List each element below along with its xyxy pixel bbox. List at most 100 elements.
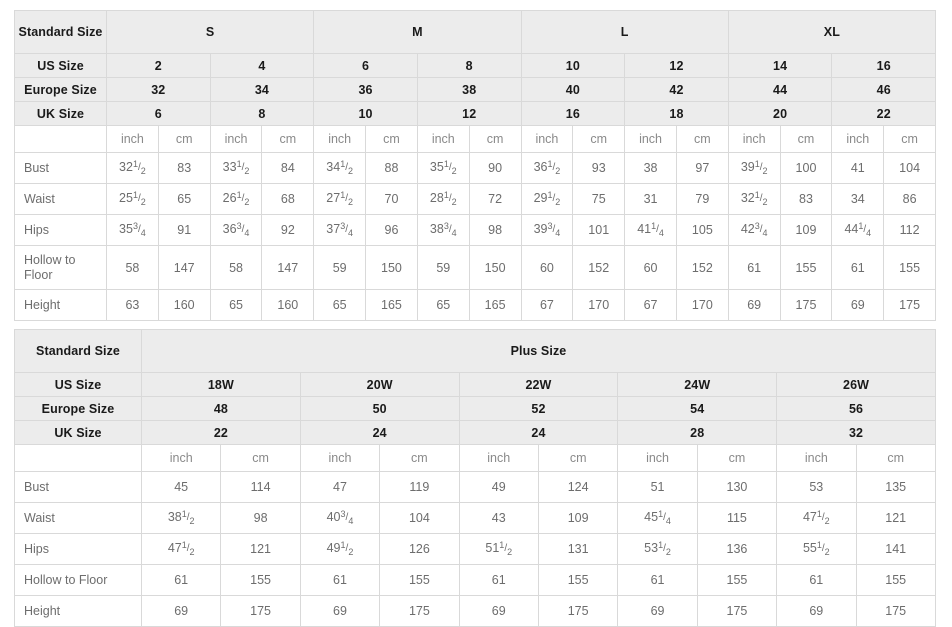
measurement-value-cm: 112 [883,214,937,246]
measurement-label: Height [14,289,107,321]
measurement-value-inch: 60 [624,245,677,290]
measurement-row: Waist 251/2 65 261/2 68 271/2 70 281/2 72 291/2 75… [14,183,937,215]
table-separator [14,321,935,329]
size-chart-page: Standard Size S M L XL US Size 2 4 6 8 10 12 14 16 Eur… [0,0,952,627]
unit-inch: inch [416,125,470,153]
measurement-value-inch: 69 [831,289,885,321]
measurement-value-cm: 83 [779,183,833,215]
measurement-row: Height 69 175 69 175 69 175 69 175 69 175 [14,595,936,627]
uk-size-value: 18 [624,101,729,126]
us-size-value: 4 [209,53,315,78]
unit-inch: inch [624,125,677,153]
measurement-value-inch: 61 [299,564,381,596]
measurement-value-cm: 86 [883,183,937,215]
measurement-value-inch: 58 [209,245,263,290]
measurement-row: Waist 381/2 98 403/4 104 43 109 451/4 115 471/2 12… [14,502,936,534]
measurement-value-cm: 98 [220,502,301,534]
measurement-value-inch: 361/2 [520,152,574,184]
measurement-label: Hips [14,214,107,246]
measurement-value-inch: 441/4 [831,214,885,246]
unit-inch: inch [106,125,159,153]
measurement-label: Bust [14,152,107,184]
unit-cm: cm [220,444,301,472]
unit-inch: inch [727,125,781,153]
measurement-value-cm: 155 [220,564,301,596]
measurement-value-cm: 72 [468,183,522,215]
standard-size-label: Standard Size [14,10,107,54]
measurement-value-inch: 491/2 [299,533,381,565]
measurement-value-cm: 170 [572,289,626,321]
measurement-value-cm: 83 [157,152,211,184]
uk-size-value: 22 [831,101,937,126]
measurement-value-cm: 155 [379,564,460,596]
measurement-value-inch: 471/2 [776,502,857,534]
measurement-value-inch: 383/4 [416,214,470,246]
measurement-value-inch: 45 [140,471,222,503]
uk-size-value: 16 [520,101,626,126]
uk-size-value: 20 [727,101,833,126]
uk-size-value: 12 [416,101,522,126]
us-size-label: US Size [14,53,107,78]
us-size-row: US Size 2 4 6 8 10 12 14 16 [14,53,937,78]
measurement-label-line2: Floor [24,267,53,282]
europe-size-row: Europe Size 32 34 36 38 40 42 44 46 [14,77,937,102]
measurement-value-inch: 49 [458,471,539,503]
uk-size-value: 10 [313,101,418,126]
measurement-value-inch: 69 [727,289,781,321]
europe-size-row: Europe Size 48 50 52 54 56 [14,396,936,421]
measurement-value-inch: 351/2 [416,152,470,184]
measurement-value-inch: 411/4 [624,214,677,246]
measurement-value-cm: 75 [572,183,626,215]
us-size-value: 26W [776,372,936,397]
europe-size-value: 40 [520,77,626,102]
measurement-value-cm: 79 [675,183,729,215]
measurement-value-cm: 88 [365,152,418,184]
uk-size-label: UK Size [14,420,142,445]
measurement-value-cm: 92 [261,214,315,246]
europe-size-value: 34 [209,77,315,102]
measurement-value-cm: 170 [675,289,729,321]
us-size-value: 6 [313,53,418,78]
measurement-value-cm: 152 [572,245,626,290]
europe-size-label: Europe Size [14,77,107,102]
unit-cm: cm [855,444,936,472]
measurement-label-line1: Hollow to [24,252,76,267]
measurement-value-cm: 115 [696,502,778,534]
measurement-value-cm: 155 [779,245,833,290]
unit-inch: inch [209,125,263,153]
measurement-value-cm: 124 [537,471,619,503]
us-size-value: 20W [299,372,460,397]
measurement-value-inch: 423/4 [727,214,781,246]
measurement-value-cm: 68 [261,183,315,215]
measurement-value-inch: 511/2 [458,533,539,565]
measurement-value-cm: 175 [696,595,778,627]
unit-cm: cm [157,125,211,153]
unit-row-blank-label [14,125,107,153]
measurement-value-inch: 61 [776,564,857,596]
measurement-value-cm: 104 [379,502,460,534]
measurement-value-cm: 100 [779,152,833,184]
size-group-s: S [105,10,315,54]
us-size-value: 14 [727,53,833,78]
measurement-value-cm: 65 [157,183,211,215]
measurement-label: Hollow to Floor [14,564,142,596]
standard-size-label: Standard Size [14,329,142,373]
us-size-value: 10 [520,53,626,78]
europe-size-value: 42 [624,77,729,102]
measurement-row: Height 63 160 65 160 65 165 65 165 67 170 67 170 69 17… [14,289,937,321]
size-group-m: M [313,10,522,54]
measurement-value-inch: 403/4 [299,502,381,534]
measurement-value-inch: 353/4 [106,214,159,246]
measurement-value-inch: 69 [458,595,539,627]
measurement-value-inch: 363/4 [209,214,263,246]
unit-cm: cm [365,125,418,153]
measurement-value-inch: 63 [106,289,159,321]
measurement-value-inch: 61 [727,245,781,290]
measurement-value-inch: 67 [520,289,574,321]
measurement-value-cm: 121 [220,533,301,565]
measurement-value-cm: 98 [468,214,522,246]
measurement-row: Bust 45 114 47 119 49 124 51 130 53 135 [14,471,936,503]
europe-size-value: 44 [727,77,833,102]
plus-size-table: Standard Size Plus Size US Size 18W 20W 22W 24… [14,329,936,627]
measurement-value-inch: 61 [617,564,698,596]
